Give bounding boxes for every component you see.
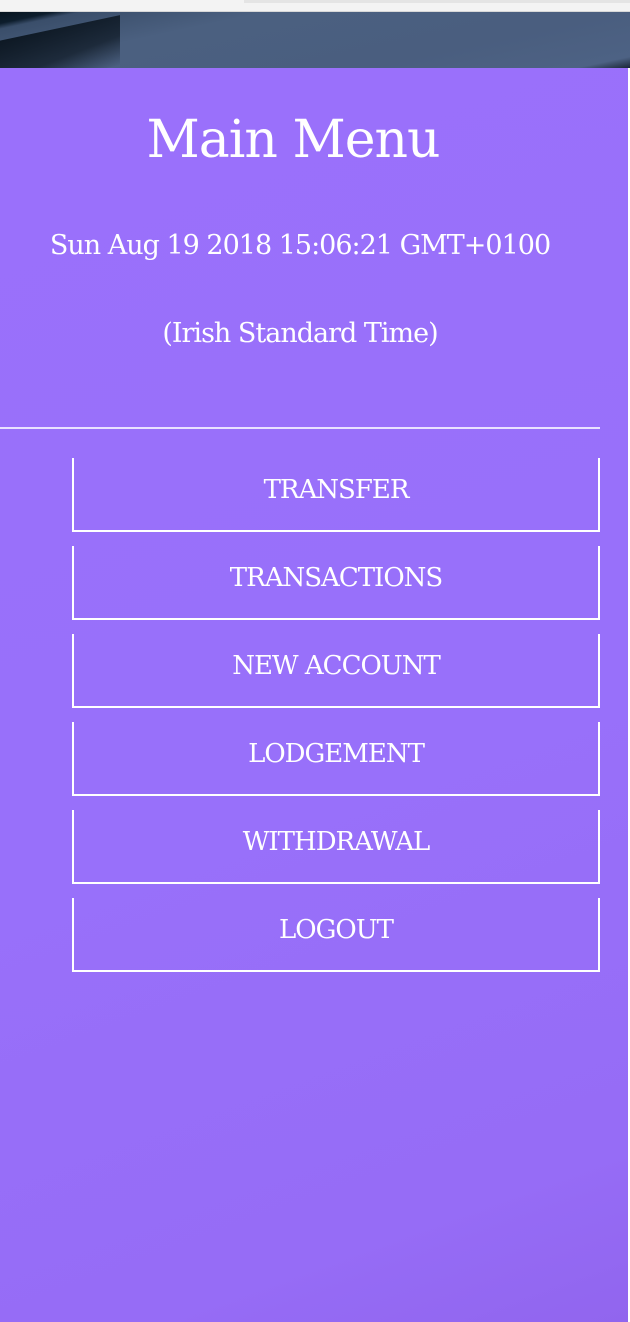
new-account-button[interactable]: NEW ACCOUNT [72, 634, 600, 708]
logout-button[interactable]: LOGOUT [72, 898, 600, 972]
banner-dark-streak [0, 15, 120, 68]
lodgement-button[interactable]: LODGEMENT [72, 722, 600, 796]
browser-toolbar-edge [0, 0, 630, 12]
transactions-button[interactable]: TRANSACTIONS [72, 546, 600, 620]
main-menu-panel: Main Menu Sun Aug 19 2018 15:06:21 GMT+0… [0, 68, 628, 1322]
header-divider [0, 427, 600, 429]
page-title: Main Menu [146, 110, 441, 170]
header-banner-image [0, 12, 630, 68]
current-datetime: Sun Aug 19 2018 15:06:21 GMT+0100 (Irish… [49, 230, 551, 349]
browser-tab-strip [244, 0, 630, 3]
transfer-button[interactable]: TRANSFER [72, 458, 600, 532]
withdrawal-button[interactable]: WITHDRAWAL [72, 810, 600, 884]
main-menu: TRANSFER TRANSACTIONS NEW ACCOUNT LODGEM… [72, 458, 600, 986]
